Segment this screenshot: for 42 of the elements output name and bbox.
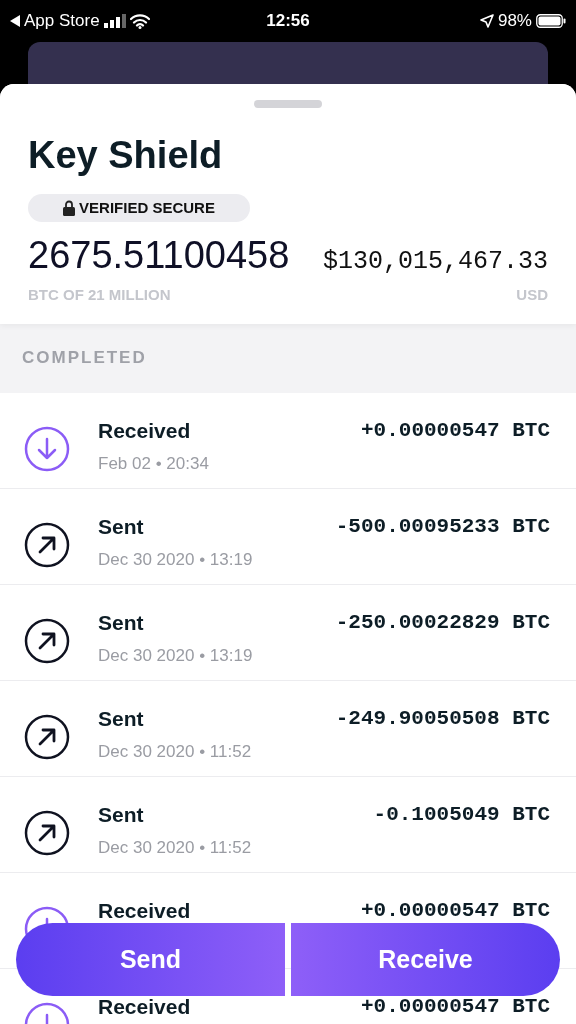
transaction-type: Received [98, 899, 192, 921]
signal-icon [103, 14, 126, 28]
transaction-date: Dec 30 2020 • 11:52 [98, 838, 253, 856]
clock-time: 12:56 [266, 10, 310, 33]
wifi-icon [129, 13, 150, 29]
transaction-date: Dec 30 2020 • 11:52 [98, 742, 253, 760]
transaction-date: Dec 30 2020 • 13:19 [98, 646, 254, 664]
drag-handle[interactable] [254, 100, 322, 108]
arrow-up-right-circle-icon [24, 617, 70, 664]
back-label[interactable]: App Store [24, 8, 100, 34]
section-header: COMPLETED [0, 323, 576, 393]
transaction-type: Sent [98, 803, 145, 825]
battery-icon [536, 14, 566, 28]
transaction-date: Feb 02 • 20:34 [98, 454, 210, 472]
transaction-amount: -250.00022829 BTC [335, 611, 550, 633]
transaction-date: Dec 30 2020 • 13:19 [98, 550, 254, 568]
transaction-type: Sent [98, 515, 145, 537]
transaction-type: Sent [98, 707, 145, 729]
transaction-type: Sent [98, 611, 145, 633]
transaction-amount: -0.1005049 BTC [373, 803, 550, 825]
action-button[interactable]: Send [16, 923, 285, 996]
action-button[interactable]: Receive [291, 923, 560, 996]
lock-icon [63, 200, 76, 216]
battery-percent: 98% [497, 10, 532, 33]
arrow-up-right-circle-icon [24, 521, 70, 568]
arrow-up-right-circle-icon [24, 713, 70, 760]
transaction-amount: +0.00000547 BTC [360, 899, 550, 921]
transaction-type: Received [98, 419, 192, 441]
transaction-amount: -500.00095233 BTC [335, 515, 550, 537]
btc-balance: 2675.51100458 [28, 236, 290, 274]
transaction-amount: +0.00000547 BTC [360, 995, 550, 1017]
location-arrow-icon [479, 14, 494, 28]
btc-caption: BTC OF 21 MILLION [28, 285, 171, 305]
transaction-amount: +0.00000547 BTC [360, 419, 550, 441]
wallet-title: Key Shield [28, 136, 224, 174]
verified-badge: VERIFIED SECURE [28, 194, 250, 222]
arrow-up-right-circle-icon [24, 809, 70, 856]
usd-balance: $130,015,467.33 [322, 249, 548, 274]
back-triangle-icon [10, 15, 20, 27]
usd-caption: USD [516, 285, 548, 305]
transaction-type: Received [98, 995, 192, 1017]
transaction-amount: -249.90050508 BTC [335, 707, 550, 729]
